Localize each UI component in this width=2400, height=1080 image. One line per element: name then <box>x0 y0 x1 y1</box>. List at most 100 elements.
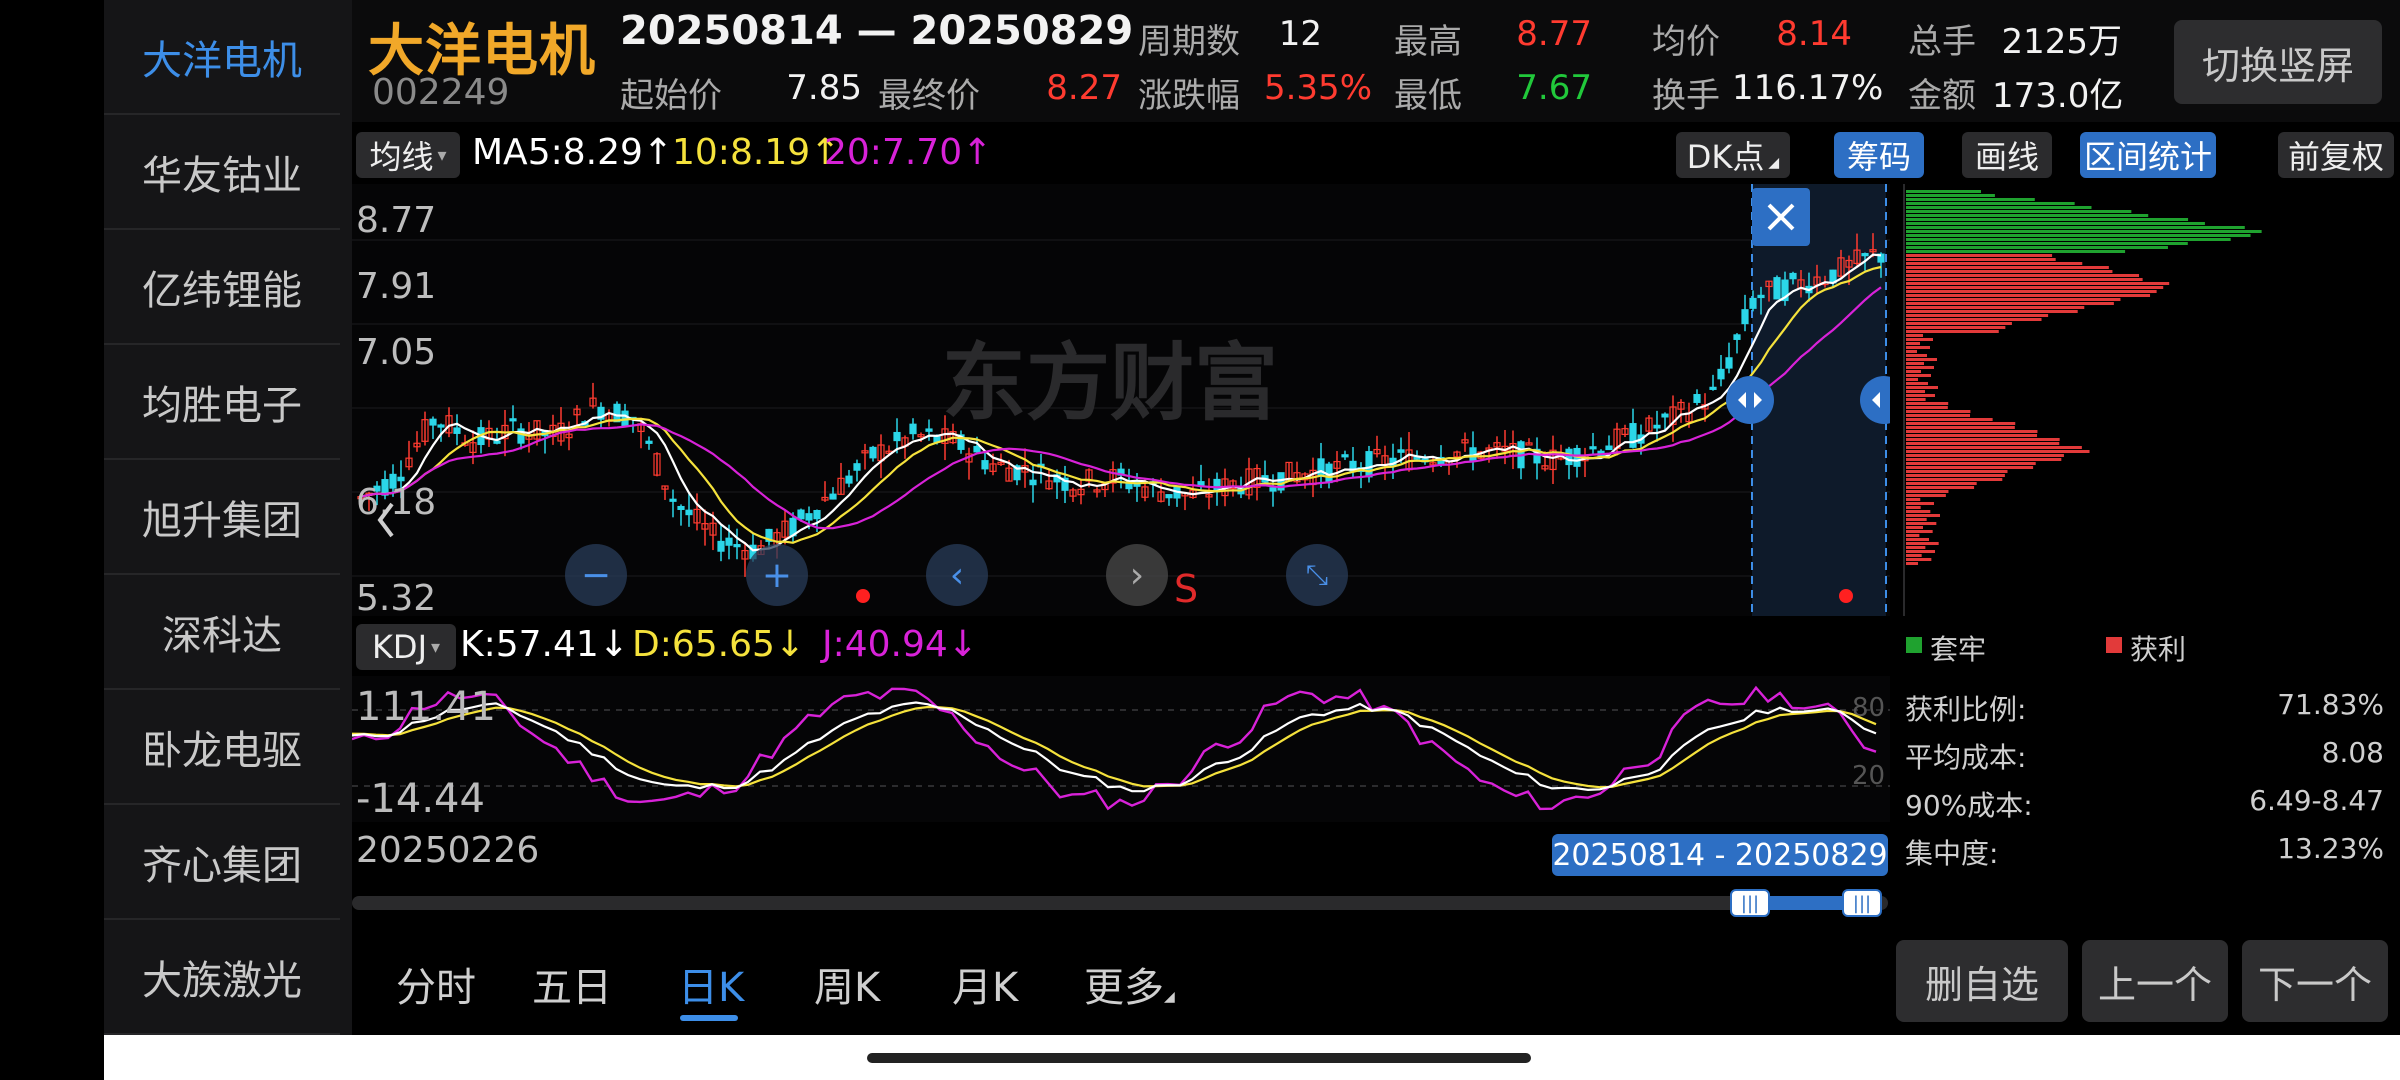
sidebar-stock-item[interactable]: 卧龙电驱 <box>104 690 340 805</box>
remove-watchlist-button[interactable]: 删自选 <box>1896 940 2068 1022</box>
candle-body <box>397 476 405 482</box>
scroll-left-button[interactable]: ‹ <box>926 544 988 606</box>
chip-bar <box>1906 450 2090 453</box>
dk-point-button[interactable]: DK点 ◢ <box>1676 132 1790 178</box>
candle-body <box>1789 272 1797 280</box>
chips-button[interactable]: 筹码 <box>1834 132 1924 178</box>
chip-bar <box>1906 526 1924 529</box>
chip-bar <box>1906 470 2008 473</box>
timeline-start-date: 20250226 <box>356 830 540 871</box>
chip-bar <box>1906 394 1935 397</box>
candle-body <box>1605 445 1613 451</box>
zoom-out-button[interactable]: − <box>565 544 627 606</box>
indicator-toolbar: 均线 ▾ MA5:8.29↑ 10:8.19↑ 20:7.70↑ DK点 ◢ 筹… <box>352 128 2400 184</box>
reset-zoom-button[interactable]: ⤡ <box>1286 544 1348 606</box>
chip-bar <box>1906 314 2049 317</box>
period-tabs: 分时 五日 日K 周K 月K 更多◢ <box>352 935 1882 1035</box>
kdj-j-value: J:40.94↓ <box>822 624 978 665</box>
kdj-toolbar: KDJ ▾ K:57.41↓ D:65.65↓ J:40.94↓ <box>352 620 1890 676</box>
sidebar-stock-item[interactable]: 大族激光 <box>104 920 340 1035</box>
chip-bar <box>1906 306 2085 309</box>
candle-body <box>645 440 653 444</box>
chip-bar <box>1906 282 2170 285</box>
chip-bar <box>1906 330 1999 333</box>
chip-bar <box>1906 414 1971 417</box>
chip-bar <box>1906 310 2078 313</box>
candle-body <box>1725 357 1733 369</box>
corner-triangle-icon: ◢ <box>1768 155 1780 171</box>
tab-daily-k[interactable]: 日K <box>678 955 744 1013</box>
chip-bar <box>1906 522 1937 525</box>
high-value: 8.77 <box>1516 14 1592 54</box>
draw-line-button[interactable]: 画线 <box>1962 132 2052 178</box>
tab-monthly-k[interactable]: 月K <box>952 955 1018 1013</box>
chip-bar <box>1906 494 1946 497</box>
profit-ratio-value: 71.83% <box>2277 688 2384 721</box>
forward-adjust-button[interactable]: 前复权 <box>2278 132 2394 178</box>
tab-intraday[interactable]: 分时 <box>396 955 476 1013</box>
cost90-value: 6.49-8.47 <box>2249 784 2384 817</box>
chip-bar <box>1906 334 1923 337</box>
sidebar-stock-item[interactable]: 亿纬锂能 <box>104 230 340 345</box>
scroll-right-button[interactable]: › <box>1106 544 1168 606</box>
chevron-left-icon: ‹ <box>949 554 965 596</box>
corner-triangle-icon: ◢ <box>1164 989 1175 1005</box>
interval-close-button[interactable] <box>1752 188 1810 246</box>
low-label: 最低 <box>1394 76 1462 116</box>
sidebar-stock-item[interactable]: 旭升集团 <box>104 460 340 575</box>
chip-bar <box>1906 342 1920 345</box>
interval-range: 20250814 — 20250829 <box>620 8 1134 54</box>
price-axis-label: 6.18 <box>356 482 436 523</box>
chip-bar <box>1906 294 2151 297</box>
chip-bar <box>1906 454 2064 457</box>
sidebar-stock-item[interactable]: 深科达 <box>104 575 340 690</box>
chip-bar <box>1906 366 1934 369</box>
sidebar-stock-item[interactable]: 均胜电子 <box>104 345 340 460</box>
candle-body <box>845 475 853 484</box>
chip-bar <box>1906 406 1948 409</box>
chip-bar <box>1906 554 1922 557</box>
sidebar-stock-item[interactable]: 华友钴业 <box>104 115 340 230</box>
selected-range-label: 20250814 - 20250829 <box>1552 834 1888 876</box>
chip-bar <box>1906 418 1993 421</box>
start-price-label: 起始价 <box>620 76 722 116</box>
candle-body <box>717 540 725 552</box>
chip-bar <box>1906 502 1934 505</box>
candle-body <box>1653 424 1661 429</box>
candle-body <box>493 440 501 444</box>
tab-five-day[interactable]: 五日 <box>532 955 612 1013</box>
stock-header: 大洋电机 002249 20250814 — 20250829 起始价 7.85… <box>352 0 2400 122</box>
chip-bar <box>1906 458 2062 461</box>
kdj-80-label: 80 <box>1852 693 1885 723</box>
home-indicator[interactable] <box>867 1053 1531 1063</box>
tab-more[interactable]: 更多◢ <box>1084 955 1175 1013</box>
chip-bar <box>1906 250 2126 253</box>
chip-bar <box>1906 338 1933 341</box>
candle-body <box>1661 413 1669 418</box>
sidebar-stock-item[interactable]: 齐心集团 <box>104 805 340 920</box>
tab-weekly-k[interactable]: 周K <box>814 955 880 1013</box>
timeline-left-handle[interactable]: ||| <box>1730 889 1770 917</box>
timeline-scrollbar[interactable] <box>352 896 1888 910</box>
kdj-chart[interactable]: 80 20 111.41 -14.44 <box>352 676 1890 822</box>
candle-body <box>725 537 733 546</box>
interval-left-drag-handle[interactable] <box>1726 376 1774 424</box>
chip-bar <box>1906 290 2157 293</box>
main-indicator-select[interactable]: 均线 ▾ <box>356 132 460 178</box>
next-stock-button[interactable]: 下一个 <box>2242 940 2388 1022</box>
timeline-right-handle[interactable]: ||| <box>1842 889 1882 917</box>
zoom-in-button[interactable]: + <box>746 544 808 606</box>
chip-bar <box>1906 562 1919 565</box>
sell-marker: S <box>1174 567 1198 611</box>
chip-bar <box>1906 546 1926 549</box>
interval-stats-button[interactable]: 区间统计 <box>2080 132 2216 178</box>
sidebar-stock-item[interactable]: 大洋电机 <box>104 0 340 115</box>
chip-bar <box>1906 322 2012 325</box>
sub-indicator-select[interactable]: KDJ ▾ <box>356 624 456 670</box>
cost90-label: 90%成本: <box>1905 789 2033 822</box>
tab-more-label: 更多 <box>1084 965 1164 1011</box>
candle-body <box>1341 454 1349 458</box>
previous-stock-button[interactable]: 上一个 <box>2082 940 2228 1022</box>
chip-bar <box>1906 550 1936 553</box>
switch-portrait-button[interactable]: 切换竖屏 <box>2174 20 2382 104</box>
